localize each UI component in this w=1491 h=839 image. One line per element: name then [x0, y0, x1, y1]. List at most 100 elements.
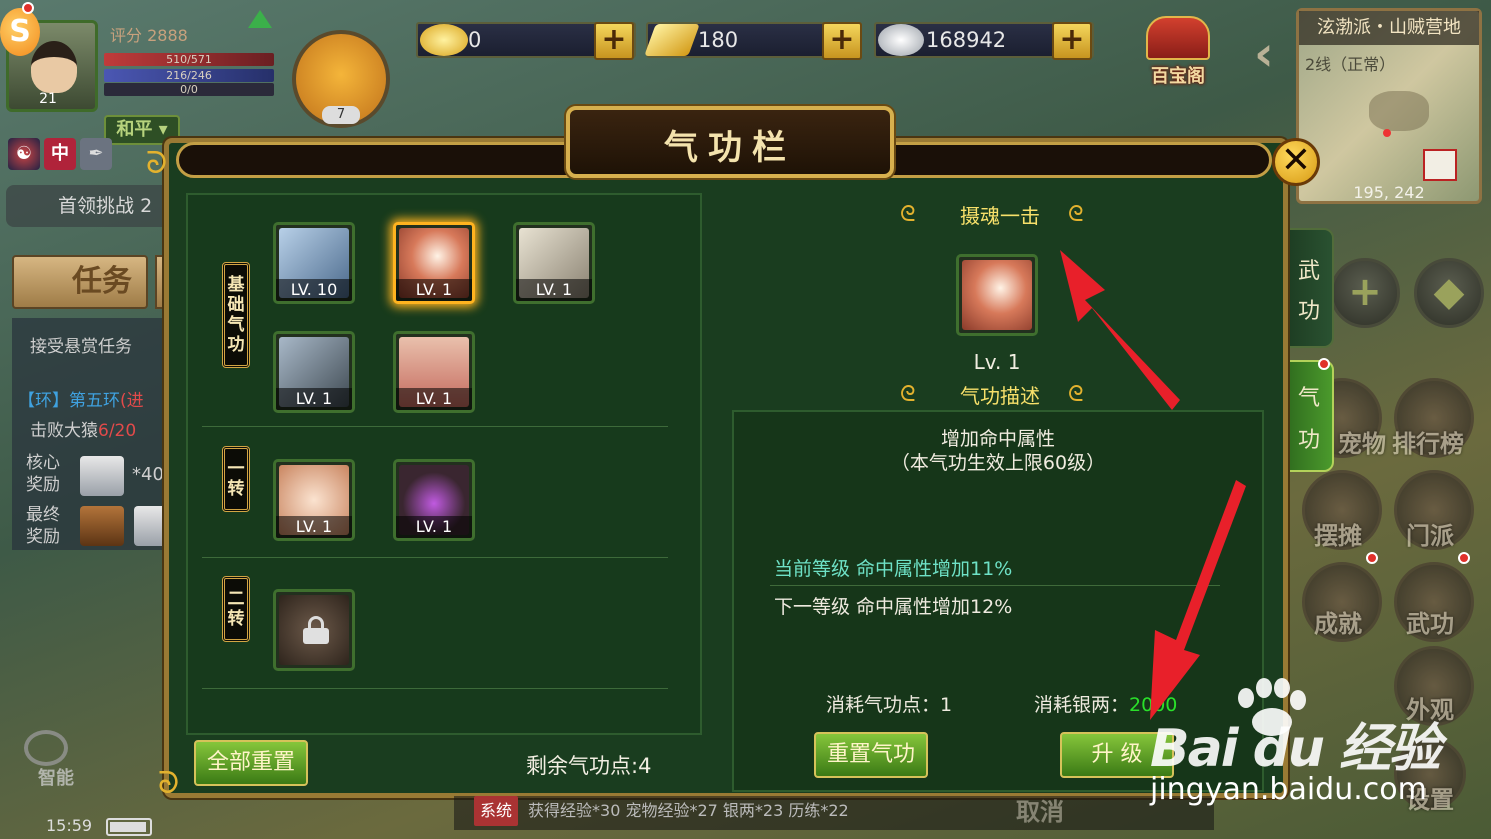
close-button[interactable]: ✕ — [1272, 138, 1320, 186]
tab-qigong[interactable]: 气 功 — [1284, 360, 1334, 472]
tab-qigong-char1: 气 — [1297, 386, 1320, 411]
row-divider — [202, 557, 668, 558]
core-reward-count: *40 — [132, 464, 164, 485]
chat-bar[interactable]: 系统 获得经验*30 宠物经验*27 银两*23 历练*22 — [454, 796, 1214, 830]
ring-quest-suffix: (进 — [120, 391, 144, 411]
qigong-tab-dot — [1318, 358, 1330, 370]
tab-martial-arts[interactable]: 武 功 — [1284, 228, 1334, 348]
system-tag: 系统 — [474, 796, 519, 826]
map-coordinates: 195, 242 — [1353, 183, 1425, 202]
skill-slot[interactable]: LV. 1 — [273, 459, 355, 541]
pet-menu-label: 宠物 — [1338, 430, 1386, 458]
skill-level: LV. 1 — [396, 279, 472, 301]
skill-slot[interactable]: LV. 1 — [513, 222, 595, 304]
current-level-effect: 当前等级 命中属性增加11% — [774, 558, 1013, 580]
clock: 15:59 — [46, 816, 93, 835]
description-header: 气功描述 — [960, 384, 1040, 408]
skill-level: LV. 1 — [396, 388, 472, 410]
accept-bounty-link[interactable]: 接受悬赏任务 — [30, 332, 132, 357]
watermark-url: jingyan.baidu.com — [1150, 772, 1427, 807]
diamond-menu-button[interactable]: ◆ — [1414, 258, 1484, 328]
treasure-pavilion-button[interactable]: 百宝阁 — [1136, 14, 1220, 87]
reset-all-button[interactable]: 全部重置 — [194, 740, 308, 786]
lock-icon — [303, 616, 329, 644]
skill-slot[interactable]: LV. 1 — [273, 331, 355, 413]
player-marker-icon — [1383, 129, 1391, 137]
auto-smart-button[interactable]: 智能 — [16, 730, 96, 790]
category-basic-label: 基础气功 — [222, 262, 250, 368]
camera-icon — [24, 730, 68, 766]
yin-yang-icon[interactable]: ☯ — [8, 138, 40, 170]
add-round-button[interactable]: + — [1330, 258, 1400, 328]
sect-menu-label: 门派 — [1406, 522, 1454, 550]
chat-message: 获得经验*30 宠物经验*27 银两*23 历练*22 — [528, 801, 849, 820]
auto-smart-label: 智能 — [38, 768, 74, 789]
server-line[interactable]: 2线（正常） — [1305, 51, 1395, 75]
ring-quest-title[interactable]: 【环】第五环(进 — [18, 386, 144, 411]
treasure-chest-icon[interactable] — [80, 506, 124, 546]
description-line2: （本气功生效上限60级） — [890, 452, 1106, 474]
gold-bar-value: 180 — [698, 28, 739, 52]
skill-slot[interactable]: LV. 1 — [393, 459, 475, 541]
achievement-dot — [1366, 552, 1378, 564]
boss-challenge-button[interactable]: 首领挑战 2 — [6, 185, 176, 227]
score-label: 评分 2888 — [110, 26, 188, 45]
tab-martial-char1: 武 — [1297, 259, 1320, 284]
app-logo-icon[interactable]: S — [0, 8, 40, 56]
hp-bar: 510/571 — [104, 53, 274, 66]
selected-skill-name: 摄魂一击 — [960, 204, 1040, 228]
description-line1: 增加命中属性 — [940, 428, 1055, 450]
selected-skill-strike-icon — [962, 260, 1032, 330]
map-checklist-icon[interactable] — [1423, 149, 1457, 181]
skill-level: LV. 10 — [276, 279, 352, 301]
defeat-objective: 击败大猿6/20 — [30, 416, 136, 441]
category-second-turn-label: 二转 — [222, 576, 250, 642]
xp-bar: 0/0 — [104, 83, 274, 96]
faction-tag[interactable]: 中 — [44, 138, 76, 170]
effect-divider — [770, 585, 1220, 586]
skill-level: LV. 1 — [276, 388, 352, 410]
minimap[interactable]: 泫渤派・山贼营地 2线（正常） 195, 242 — [1296, 8, 1482, 204]
tab-qigong-char2: 功 — [1297, 428, 1320, 453]
skill-slot-selected[interactable]: LV. 1 — [393, 222, 475, 304]
skill-level: LV. 1 — [396, 516, 472, 538]
dialog-title-plate: 气功栏 — [566, 106, 894, 178]
reset-qigong-button[interactable]: 重置气功 — [814, 732, 928, 778]
skill-level: LV. 1 — [276, 516, 352, 538]
boss-challenge-suffix: 2 — [140, 195, 153, 217]
pavilion-icon — [1146, 16, 1210, 60]
skill-slot-locked[interactable] — [273, 589, 355, 671]
mp-bar: 216/246 — [104, 69, 274, 82]
add-gold-ingot-button[interactable]: + — [594, 22, 634, 60]
selected-skill-level: Lv. 1 — [973, 350, 1021, 374]
task-tab-label: 任务 — [72, 264, 132, 299]
notification-dot — [22, 2, 34, 14]
gold-ingot-value: 0 — [468, 28, 482, 52]
dialog-title: 气功栏 — [664, 128, 796, 168]
collapse-chevron-icon[interactable]: ‹ — [1254, 26, 1274, 82]
corner-ornament-icon: ᘐ — [146, 146, 168, 181]
achievement-menu-label: 成就 — [1314, 610, 1362, 638]
ranking-menu-label: 排行榜 — [1392, 430, 1464, 458]
cancel-label[interactable]: 取消 — [1016, 792, 1064, 827]
feather-icon[interactable]: ✒ — [80, 138, 112, 170]
cost-silver-label: 消耗银两： — [1034, 694, 1130, 716]
skill-slot[interactable]: LV. 10 — [273, 222, 355, 304]
cost-points-value: 1 — [940, 694, 953, 716]
final-reward-label: 最终 奖励 — [26, 505, 60, 547]
skill-slot[interactable]: LV. 1 — [393, 331, 475, 413]
row-divider — [202, 688, 668, 689]
add-gold-bar-button[interactable]: + — [822, 22, 862, 60]
martial-dot — [1458, 552, 1470, 564]
silver-reward-icon[interactable] — [80, 456, 124, 496]
task-tab[interactable]: 任务 — [12, 255, 148, 309]
watermark-logo: Bai du 经验 — [1150, 719, 1441, 779]
skill-level: LV. 1 — [516, 279, 592, 301]
avatar-face — [31, 41, 77, 93]
gold-ingot-icon — [420, 24, 468, 56]
level-up-arrow-icon[interactable] — [248, 10, 272, 28]
player-level: 21 — [39, 91, 57, 107]
add-silver-button[interactable]: + — [1052, 22, 1092, 60]
ring-quest-prefix: 【环】第五环 — [18, 391, 120, 411]
silver-value: 168942 — [926, 28, 1007, 52]
